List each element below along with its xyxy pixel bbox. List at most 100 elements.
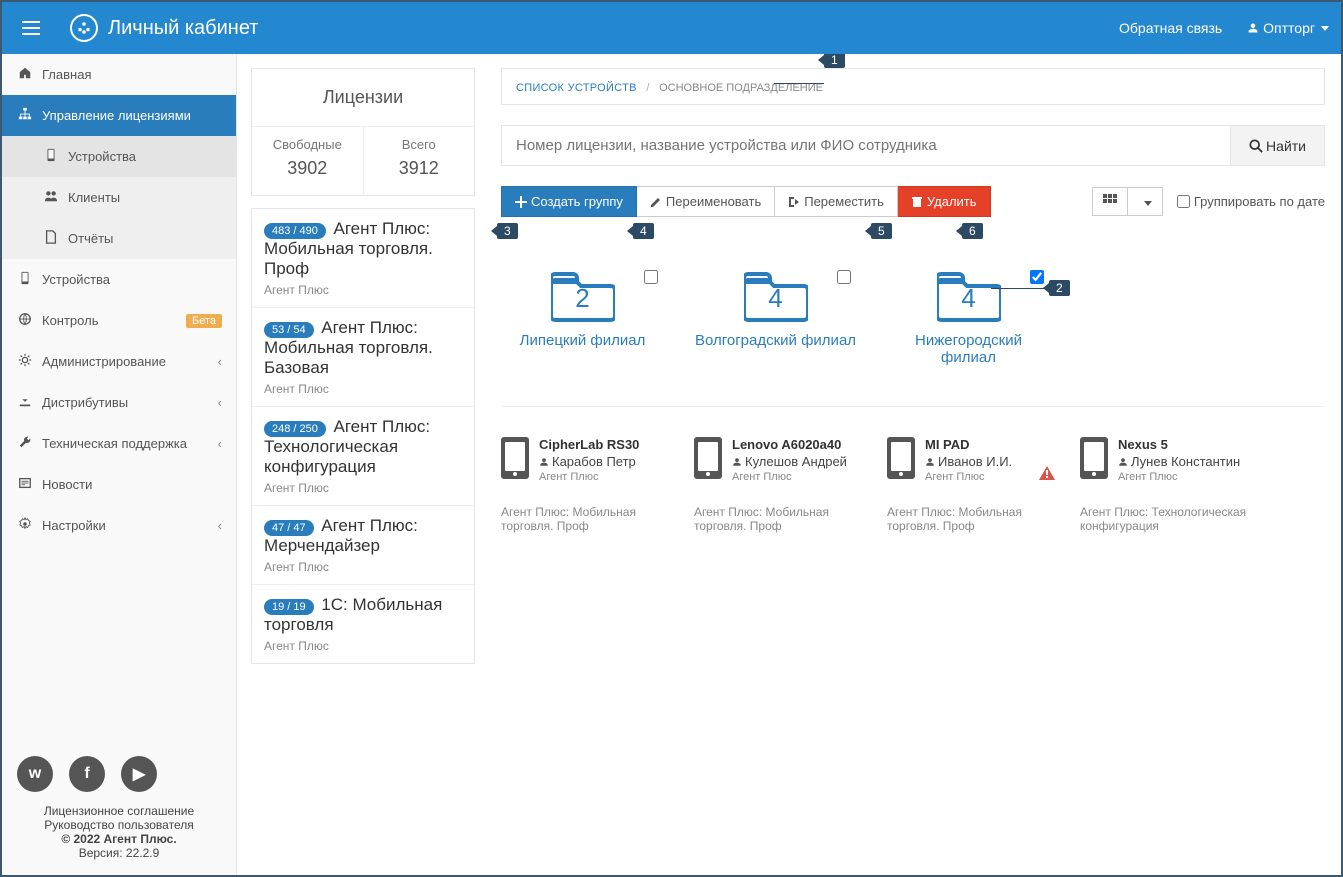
rename-button[interactable]: Переименовать [637, 186, 775, 217]
news-icon [16, 476, 34, 493]
chevron-left-icon: ‹ [218, 395, 222, 410]
sidebar-label: Контроль [42, 313, 98, 328]
device-name: MI PAD [925, 437, 1039, 452]
licenses-panel: Лицензии Свободные 3902 Всего 3912 483 /… [237, 54, 485, 875]
device-user: Карабов Петр [539, 454, 669, 469]
delete-label: Удалить [927, 194, 977, 209]
device-card[interactable]: Nexus 5Лунев КонстантинАгент ПлюсАгент П… [1080, 437, 1248, 533]
move-button[interactable]: Переместить [775, 186, 898, 217]
folder-card[interactable]: 4 Нижегородский филиал [887, 270, 1050, 366]
breadcrumb-root[interactable]: СПИСОК УСТРОЙСТВ [516, 82, 637, 94]
topbar: Личный кабинет Обратная связь Оптторг [2, 2, 1341, 54]
folder-icon: 4 [744, 270, 808, 322]
device-app: Агент Плюс: Мобильная торговля. Проф [887, 505, 1055, 533]
device-user: Иванов И.И. [925, 454, 1039, 469]
license-badge: 53 / 54 [264, 322, 314, 338]
youtube-icon[interactable]: ▶ [121, 756, 157, 792]
license-item[interactable]: 248 / 250 Агент Плюс: Технологическая ко… [252, 407, 474, 506]
sidebar-item-1[interactable]: Управление лицензиями [2, 95, 236, 136]
license-badge: 483 / 490 [264, 223, 326, 239]
delete-button[interactable]: Удалить [898, 186, 991, 217]
sidebar-label: Дистрибутивы [42, 395, 128, 410]
search-button-label: Найти [1266, 138, 1306, 154]
license-badge: 47 / 47 [264, 520, 314, 536]
file-icon [42, 230, 60, 247]
license-item[interactable]: 483 / 490 Агент Плюс: Мобильная торговля… [252, 209, 474, 308]
license-vendor: Агент Плюс [264, 481, 462, 495]
chevron-left-icon: ‹ [218, 518, 222, 533]
folder-name: Нижегородский филиал [887, 332, 1050, 366]
chevron-left-icon: ‹ [218, 436, 222, 451]
sidebar-item-2[interactable]: Устройства [2, 259, 236, 300]
phone-icon [887, 437, 915, 479]
phone-icon [16, 271, 34, 288]
sidebar-item-3[interactable]: КонтрольБета [2, 300, 236, 341]
sidebar-footer: w f ▶ Лицензионное соглашение Руководств… [2, 741, 236, 875]
view-dropdown-icon[interactable] [1128, 188, 1162, 215]
create-group-button[interactable]: Создать группу [501, 186, 637, 217]
folder-checkbox[interactable] [644, 270, 658, 284]
device-name: Lenovo A6020a40 [732, 437, 862, 452]
folders-row: 2Липецкий филиал4Волгоградский филиал4Ни… [501, 270, 1325, 366]
folder-card[interactable]: 4Волгоградский филиал [694, 270, 857, 366]
sidebar-item-8[interactable]: Настройки‹ [2, 505, 236, 546]
license-agreement-link[interactable]: Лицензионное соглашение [14, 804, 224, 818]
licenses-title: Лицензии [252, 69, 474, 127]
device-app: Агент Плюс: Технологическая конфигурация [1080, 505, 1248, 533]
sidebar-sub-item-2[interactable]: Отчёты [2, 218, 236, 259]
license-item[interactable]: 47 / 47 Агент Плюс: МерчендайзерАгент Пл… [252, 506, 474, 585]
view-toggle[interactable] [1092, 187, 1163, 216]
callout-5: 5 [871, 223, 892, 239]
callout-1: 1 [824, 54, 845, 68]
sidebar-label: Управление лицензиями [42, 108, 191, 123]
phone-icon [42, 148, 60, 165]
search-input[interactable] [502, 126, 1230, 165]
callout-6: 6 [962, 223, 983, 239]
callout-2: 2 [1049, 280, 1070, 296]
licenses-free-value: 3902 [252, 158, 363, 179]
sidebar-item-0[interactable]: Главная [2, 54, 236, 95]
group-by-date-checkbox[interactable]: Группировать по дате [1177, 194, 1325, 209]
sidebar-sub-item-1[interactable]: Клиенты [2, 177, 236, 218]
folder-card[interactable]: 2Липецкий филиал [501, 270, 664, 366]
feedback-link[interactable]: Обратная связь [1119, 20, 1222, 36]
license-vendor: Агент Плюс [264, 639, 462, 653]
search-button[interactable]: Найти [1230, 126, 1324, 165]
folder-checkbox[interactable] [837, 270, 851, 284]
facebook-icon[interactable]: f [69, 756, 105, 792]
chevron-left-icon: ‹ [218, 354, 222, 369]
version-label: Версия: 22.2.9 [14, 846, 224, 860]
user-manual-link[interactable]: Руководство пользователя [14, 818, 224, 832]
sidebar-sub-item-0[interactable]: Устройства [2, 136, 236, 177]
folder-count: 4 [744, 274, 808, 322]
folder-checkbox[interactable] [1030, 270, 1044, 284]
phone-icon [1080, 437, 1108, 479]
toolbar: Создать группу Переименовать Переместить [501, 186, 1325, 235]
menu-toggle-button[interactable] [14, 11, 48, 45]
user-menu-button[interactable]: Оптторг [1247, 20, 1329, 36]
folder-icon: 2 [551, 270, 615, 322]
sidebar-label: Главная [42, 67, 91, 82]
phone-icon [501, 437, 529, 479]
device-user: Кулешов Андрей [732, 454, 862, 469]
license-item[interactable]: 19 / 19 1С: Мобильная торговляАгент Плюс [252, 585, 474, 663]
globe-icon [16, 312, 34, 329]
sidebar-item-4[interactable]: Администрирование‹ [2, 341, 236, 382]
sidebar-item-7[interactable]: Новости [2, 464, 236, 505]
devices-row: CipherLab RS30 Карабов Петр Агент Плюс Аген… [501, 437, 1325, 533]
device-name: CipherLab RS30 [539, 437, 669, 452]
callout-4: 4 [633, 223, 654, 239]
sidebar-sub-label: Отчёты [68, 231, 113, 246]
license-item[interactable]: 53 / 54 Агент Плюс: Мобильная торговля. … [252, 308, 474, 407]
sidebar-label: Устройства [42, 272, 110, 287]
folder-icon: 4 [937, 270, 1001, 322]
device-card[interactable]: Lenovo A6020a40Кулешов АндрейАгент ПлюсА… [694, 437, 862, 533]
device-card[interactable]: MI PAD Иванов И.И. Агент Плюс Агент Плюс: М… [887, 437, 1055, 533]
sidebar-item-6[interactable]: Техническая поддержка‹ [2, 423, 236, 464]
device-card[interactable]: CipherLab RS30Карабов ПетрАгент ПлюсАген… [501, 437, 669, 533]
grid-view-icon[interactable] [1093, 188, 1128, 215]
device-name: Nexus 5 [1118, 437, 1248, 452]
sidebar-item-5[interactable]: Дистрибутивы ‹ [2, 382, 236, 423]
device-vendor: Агент Плюс [925, 471, 1039, 483]
vk-icon[interactable]: w [17, 756, 53, 792]
